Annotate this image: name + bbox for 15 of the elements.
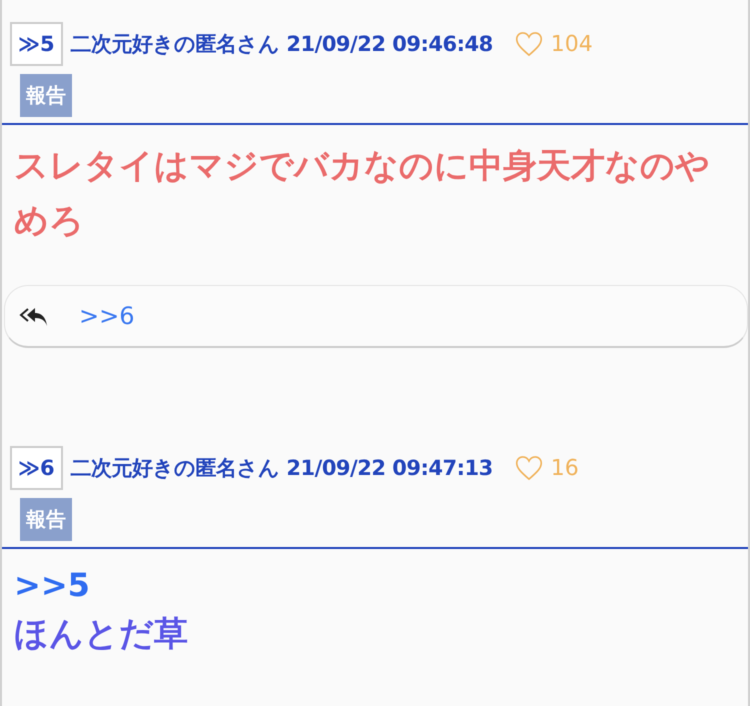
post-body-text: ほんとだ草 — [14, 613, 189, 656]
heart-icon[interactable] — [514, 31, 543, 57]
post-author-date: 二次元好きの匿名さん 21/09/22 09:46:48 — [70, 31, 493, 58]
post-author-date: 二次元好きの匿名さん 21/09/22 09:47:13 — [70, 455, 493, 482]
like-count: 104 — [550, 32, 593, 56]
reply-anchor-link[interactable]: >>5 — [14, 563, 736, 607]
like-count: 16 — [550, 456, 579, 480]
reply-all-icon — [19, 305, 49, 327]
reply-link[interactable]: >>6 — [79, 302, 134, 330]
heart-icon[interactable] — [514, 455, 543, 481]
post-number-link[interactable]: ≫6 — [10, 446, 63, 490]
report-button[interactable]: 報告 — [20, 498, 72, 541]
post-number-link[interactable]: ≫5 — [10, 22, 63, 66]
report-button[interactable]: 報告 — [20, 74, 72, 117]
post-body-text: スレタイはマジでバカなのに中身天才なのやめろ — [14, 145, 711, 243]
